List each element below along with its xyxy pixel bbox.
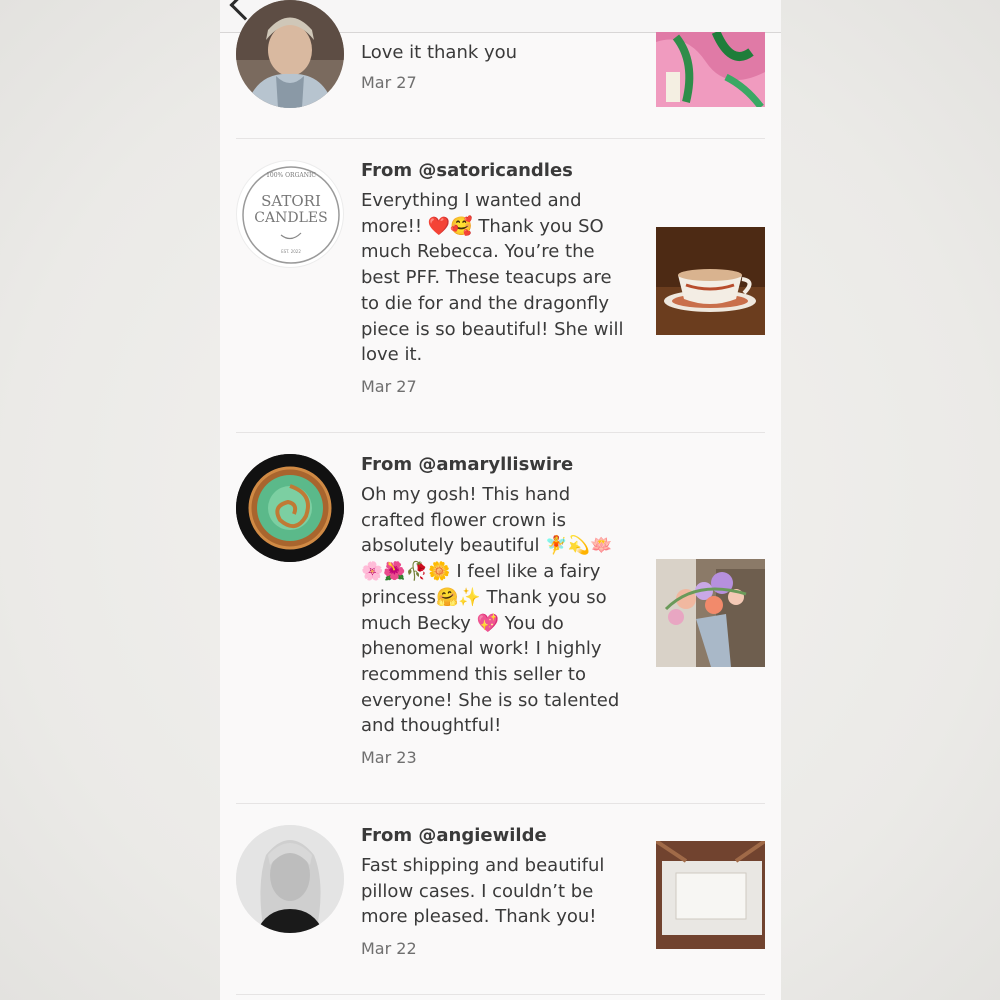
review-date: Mar 22 (361, 939, 417, 959)
review-photo[interactable] (656, 227, 765, 335)
review-date: Mar 27 (361, 72, 417, 92)
divider (236, 803, 765, 804)
pillowcase-box-icon (656, 841, 765, 949)
avatar[interactable] (236, 825, 344, 933)
review-message: Everything I wanted and more!! ❤️🥰 Thank… (361, 190, 624, 366)
review-message: Love it thank you (361, 42, 518, 63)
satori-candles-logo-icon: 100% ORGANIC SATORI CANDLES EST. 2022 (242, 166, 340, 264)
review-date: Mar 23 (361, 748, 417, 768)
avatar[interactable] (236, 0, 344, 108)
avatar[interactable]: 100% ORGANIC SATORI CANDLES EST. 2022 (236, 160, 344, 268)
reviewer-handle[interactable]: From @angiewilde (361, 823, 629, 849)
review-photo[interactable] (656, 559, 765, 667)
svg-text:CANDLES: CANDLES (254, 210, 327, 226)
reviewer-handle[interactable]: From @amarylliswire (361, 452, 629, 478)
portrait-photo-icon (236, 825, 344, 933)
review-text: From @angiewilde Fast shipping and beaut… (361, 823, 629, 960)
divider (236, 994, 765, 995)
wire-pendant-icon (236, 454, 344, 562)
divider (236, 138, 765, 139)
review-message: Oh my gosh! This hand crafted flower cro… (361, 484, 620, 737)
flower-crown-icon (656, 559, 765, 667)
pink-green-fabric-icon (656, 32, 765, 107)
review-date: Mar 27 (361, 376, 417, 396)
reviews-screen: Love it thank you Mar 27 100% ORGANIC SA… (220, 0, 781, 1000)
svg-text:SATORI: SATORI (261, 192, 321, 210)
review-photo[interactable] (656, 841, 765, 949)
reviewer-handle[interactable]: From @satoricandles (361, 158, 629, 184)
review-text: From @amarylliswire Oh my gosh! This han… (361, 452, 629, 769)
teacup-icon (656, 227, 765, 335)
review-message: Fast shipping and beautiful pillow cases… (361, 855, 605, 928)
person-photo-icon (236, 0, 344, 108)
review-text: Love it thank you Mar 27 (361, 40, 629, 94)
avatar[interactable] (236, 454, 344, 562)
svg-text:100% ORGANIC: 100% ORGANIC (266, 172, 316, 179)
review-text: From @satoricandles Everything I wanted … (361, 158, 629, 398)
svg-text:EST. 2022: EST. 2022 (281, 249, 301, 254)
divider (236, 432, 765, 433)
review-photo[interactable] (656, 32, 765, 107)
